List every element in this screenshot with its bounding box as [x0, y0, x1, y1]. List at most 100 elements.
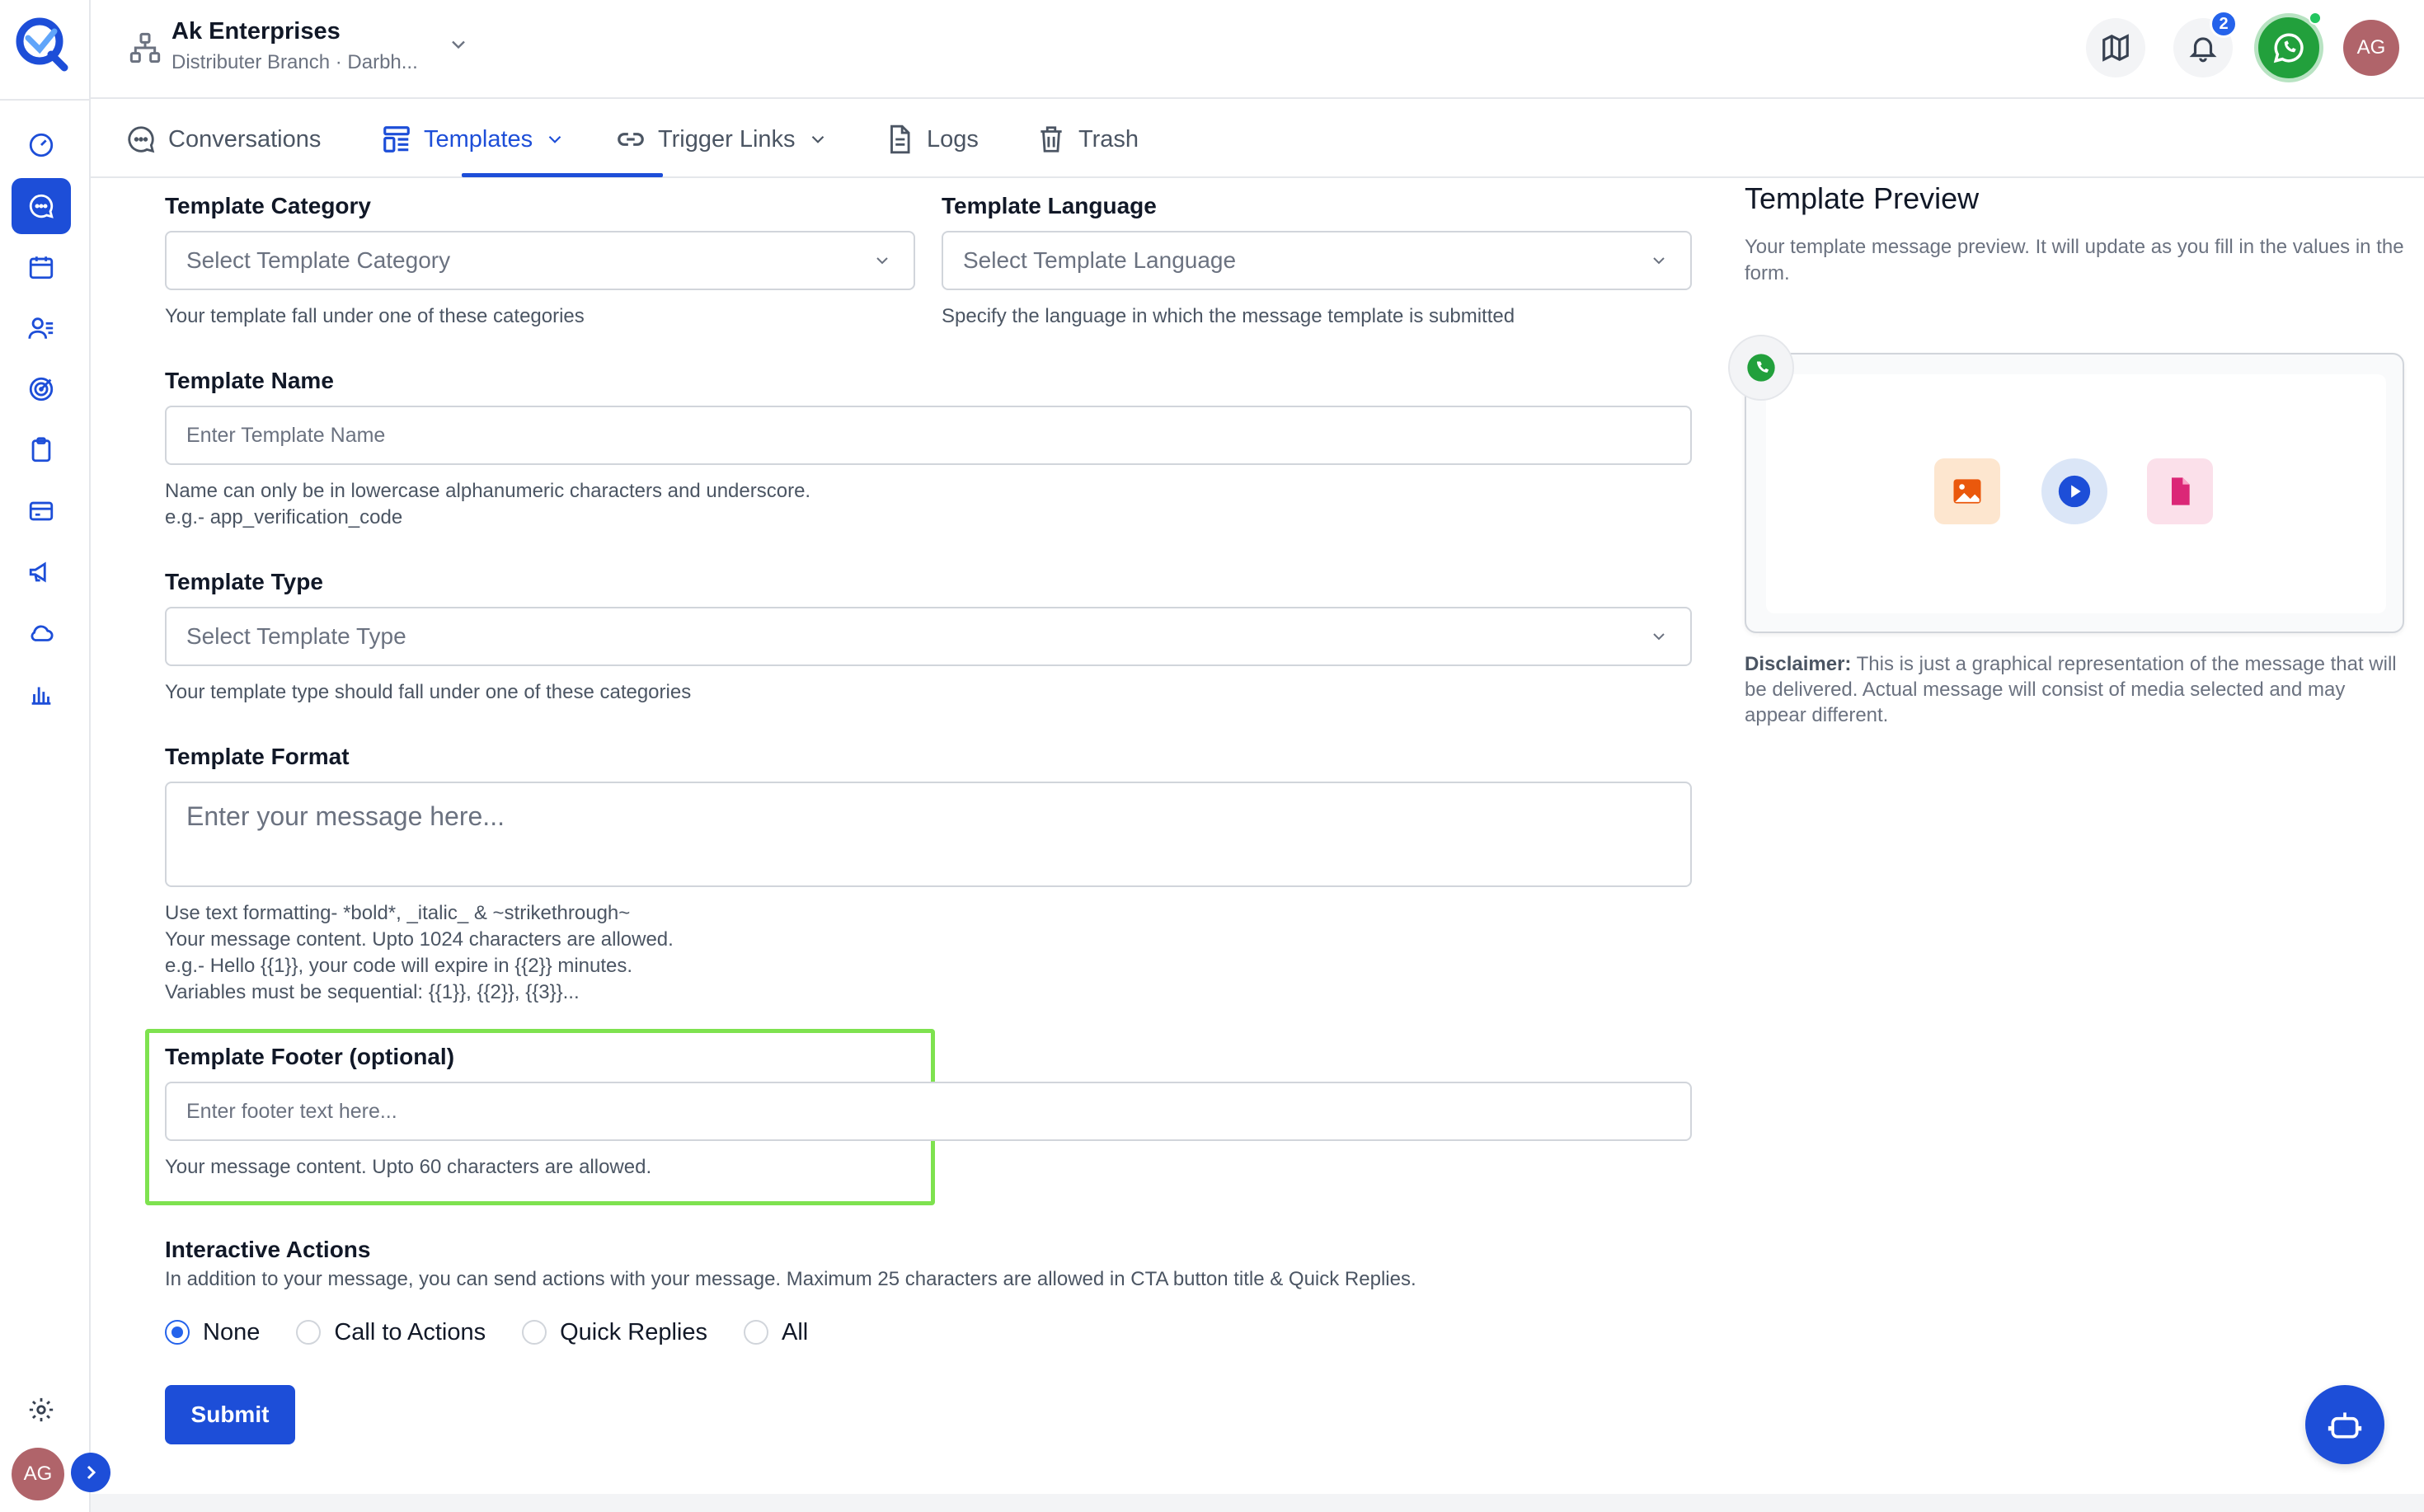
contacts-icon — [28, 317, 54, 339]
radio-label: Call to Actions — [334, 1318, 486, 1345]
rail-campaigns[interactable] — [12, 361, 71, 417]
radio-call-to-actions[interactable]: Call to Actions — [296, 1319, 486, 1346]
tab-trigger-links[interactable]: Trigger Links — [615, 101, 829, 178]
notification-count-badge: 2 — [2210, 10, 2238, 38]
rail-dashboard[interactable] — [12, 117, 71, 173]
language-select[interactable]: Select Template Language — [942, 231, 1692, 290]
file-icon — [2172, 477, 2190, 505]
template-name-input[interactable]: Enter Template Name — [165, 406, 1692, 465]
format-help-3: e.g.- Hello {{1}}, your code will expire… — [165, 955, 633, 977]
type-label: Template Type — [165, 569, 323, 594]
map-button[interactable] — [2086, 18, 2145, 77]
type-help: Your template type should fall under one… — [165, 681, 692, 703]
preview-subtitle: Your template message preview. It will u… — [1745, 236, 2404, 284]
app-logo[interactable] — [12, 13, 71, 73]
radio-quick-replies[interactable]: Quick Replies — [522, 1319, 707, 1346]
radio-none[interactable]: None — [165, 1319, 260, 1346]
top-header: Ak Enterprises Distributer Branch · Darb… — [91, 0, 2424, 99]
tab-conversations[interactable]: Conversations — [125, 101, 321, 178]
chevron-down-icon — [1653, 257, 1665, 265]
bar-chart-icon — [31, 687, 51, 705]
image-icon — [1953, 479, 1981, 504]
name-placeholder: Enter Template Name — [186, 423, 386, 447]
footer-input[interactable]: Enter footer text here... — [165, 1082, 1692, 1141]
footer-placeholder: Enter footer text here... — [186, 1099, 397, 1123]
format-label: Template Format — [165, 744, 350, 769]
document-media — [2147, 458, 2213, 524]
radio-button[interactable] — [296, 1320, 322, 1345]
cloud-icon — [31, 625, 54, 641]
active-tab-indicator — [462, 173, 663, 177]
tab-label: Trash — [1078, 125, 1139, 153]
tab-label: Logs — [927, 125, 979, 153]
tab-logs[interactable]: Logs — [884, 101, 979, 178]
calendar-icon — [29, 256, 54, 279]
image-media — [1934, 458, 2000, 524]
user-avatar[interactable]: AG — [12, 1448, 64, 1500]
rail-divider — [0, 99, 91, 101]
preview-title: Template Preview — [1745, 181, 1980, 215]
header-avatar[interactable]: AG — [2343, 20, 2399, 76]
link-icon — [618, 133, 644, 146]
chat-icon — [128, 126, 155, 153]
disclaimer-label: Disclaimer: — [1745, 653, 1852, 675]
gauge-icon — [29, 133, 54, 157]
footer-help: Your message content. Upto 60 characters… — [165, 1156, 652, 1178]
expand-sidebar-button[interactable] — [71, 1453, 110, 1492]
chat-icon — [29, 194, 54, 218]
rail-reports[interactable] — [12, 666, 71, 722]
rail-settings[interactable] — [12, 1382, 71, 1438]
tab-label: Conversations — [168, 125, 322, 153]
chevron-right-icon — [87, 1465, 96, 1480]
play-icon — [2058, 475, 2091, 508]
org-structure-icon — [129, 32, 161, 63]
document-icon — [890, 124, 910, 154]
radio-label: None — [203, 1318, 261, 1345]
bell-icon — [2189, 37, 2217, 63]
preview-disclaimer: Disclaimer: This is just a graphical rep… — [1745, 651, 2404, 728]
chevron-down-icon — [1653, 633, 1665, 641]
name-label: Template Name — [165, 368, 334, 393]
radio-label: All — [782, 1318, 809, 1345]
megaphone-icon — [29, 561, 46, 583]
rail-conversations[interactable] — [12, 178, 71, 234]
category-placeholder: Select Template Category — [186, 247, 451, 273]
actions-label: Interactive Actions — [165, 1237, 371, 1262]
bottom-scroll-area — [91, 1494, 2424, 1512]
language-placeholder: Select Template Language — [963, 247, 1237, 273]
gear-icon — [29, 1397, 54, 1422]
format-help-4: Variables must be sequential: {{1}}, {{2… — [165, 981, 580, 1003]
tab-templates[interactable]: Templates — [381, 101, 566, 178]
name-example: e.g.- app_verification_code — [165, 506, 403, 528]
clipboard-icon — [31, 437, 51, 463]
chevron-down-icon — [811, 135, 824, 143]
org-name[interactable]: Ak Enterprises — [171, 18, 341, 45]
chevron-down-icon[interactable] — [447, 33, 470, 56]
chatbot-button[interactable] — [2305, 1385, 2384, 1464]
category-help: Your template fall under one of these ca… — [165, 305, 585, 327]
tab-label: Templates — [424, 125, 533, 153]
chevron-down-icon — [876, 257, 888, 265]
rail-broadcast[interactable] — [12, 544, 71, 600]
tab-trash[interactable]: Trash — [1036, 101, 1139, 178]
video-media — [2041, 458, 2107, 524]
language-label: Template Language — [942, 193, 1157, 218]
rail-billing[interactable] — [12, 483, 71, 539]
radio-button[interactable] — [744, 1320, 768, 1345]
chevron-down-icon — [548, 135, 561, 143]
submit-button[interactable]: Submit — [165, 1385, 295, 1444]
type-select[interactable]: Select Template Type — [165, 607, 1692, 666]
template-icon — [383, 126, 410, 153]
radio-button[interactable] — [522, 1320, 547, 1345]
rail-contacts[interactable] — [12, 300, 71, 356]
trash-icon — [1041, 126, 1062, 153]
format-textarea[interactable]: Enter your message here... — [165, 782, 1692, 887]
category-select[interactable]: Select Template Category — [165, 231, 915, 290]
rail-cloud[interactable] — [12, 605, 71, 661]
whatsapp-icon — [2273, 33, 2304, 63]
rail-calendar[interactable] — [12, 239, 71, 295]
name-help: Name can only be in lowercase alphanumer… — [165, 480, 811, 502]
rail-tasks[interactable] — [12, 422, 71, 478]
radio-all[interactable]: All — [744, 1319, 808, 1346]
radio-button[interactable] — [165, 1320, 190, 1345]
